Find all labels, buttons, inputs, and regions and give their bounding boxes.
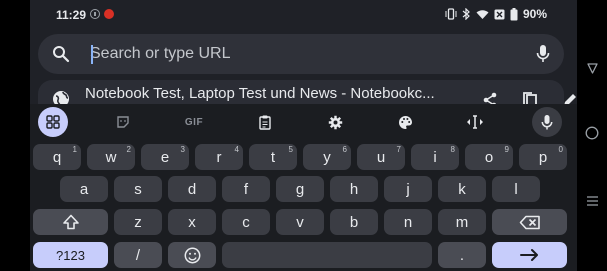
bluetooth-icon	[462, 8, 470, 20]
status-icons: 90%	[445, 7, 547, 21]
key-r[interactable]: r4	[195, 144, 243, 170]
key-hint: 7	[396, 145, 401, 154]
symbols-key[interactable]: ?123	[33, 242, 108, 268]
key-label: o	[484, 148, 494, 166]
app-notification-icon	[104, 9, 114, 19]
key-y[interactable]: y6	[303, 144, 351, 170]
status-bar: 11:29 90%	[30, 0, 577, 31]
theme-button[interactable]	[391, 108, 419, 136]
key-hint: 0	[558, 145, 563, 154]
key-w[interactable]: w2	[87, 144, 135, 170]
cursor-control-button[interactable]	[461, 108, 489, 136]
home-icon[interactable]	[585, 126, 599, 140]
key-label: q	[52, 148, 62, 166]
key-label: w	[105, 148, 117, 166]
key-hint: 9	[504, 145, 509, 154]
key-x[interactable]: x	[168, 209, 216, 235]
key-label: p	[538, 148, 548, 166]
url-bar[interactable]	[38, 34, 564, 74]
key-v[interactable]: v	[276, 209, 324, 235]
keyboard: GIF q1 w2 e3 r4 t5 y6 u7 i8 o9 p 0 a s d…	[30, 104, 577, 271]
sticker-icon	[117, 116, 129, 128]
suggestion-title: Notebook Test, Laptop Test und News - No…	[85, 85, 435, 102]
key-a[interactable]: a	[60, 176, 108, 202]
key-hint: 8	[450, 145, 455, 154]
palette-icon	[398, 115, 412, 129]
system-nav-bar	[577, 0, 607, 271]
clipboard-button[interactable]	[251, 108, 279, 136]
search-icon	[53, 46, 70, 63]
key-hint: 5	[288, 145, 293, 154]
key-q[interactable]: q1	[33, 144, 81, 170]
keyboard-toolbar: GIF	[30, 104, 577, 140]
status-time: 11:29	[56, 8, 87, 22]
key-m[interactable]: m	[438, 209, 486, 235]
key-u[interactable]: u7	[357, 144, 405, 170]
wifi-icon	[476, 9, 489, 19]
key-hint: 4	[234, 145, 239, 154]
backspace-icon	[519, 215, 540, 229]
sticker-button[interactable]	[109, 108, 137, 136]
url-input[interactable]	[90, 34, 510, 74]
key-b[interactable]: b	[330, 209, 378, 235]
key-t[interactable]: t5	[249, 144, 297, 170]
key-d[interactable]: d	[168, 176, 216, 202]
text-cursor	[91, 45, 93, 64]
arrow-right-icon	[519, 249, 538, 261]
key-k[interactable]: k	[438, 176, 486, 202]
settings-button[interactable]	[321, 108, 349, 136]
phone-screen: 11:29 90% Notebook Test, Laptop Test und…	[30, 0, 577, 271]
voice-input-button[interactable]	[532, 107, 562, 137]
key-h[interactable]: h	[330, 176, 378, 202]
recents-icon[interactable]	[587, 196, 598, 206]
key-hint: 1	[72, 145, 77, 154]
key-label: u	[376, 148, 386, 166]
key-f[interactable]: f	[222, 176, 270, 202]
key-e[interactable]: e3	[141, 144, 189, 170]
shift-icon	[62, 214, 79, 230]
mic-icon[interactable]	[536, 44, 550, 64]
key-period[interactable]: .	[438, 242, 486, 268]
key-z[interactable]: z	[114, 209, 162, 235]
key-n[interactable]: n	[384, 209, 432, 235]
key-hint: 3	[180, 145, 185, 154]
gif-label: GIF	[184, 116, 204, 128]
backspace-key[interactable]	[492, 209, 567, 235]
key-o[interactable]: o9	[465, 144, 513, 170]
key-hint: 2	[126, 145, 131, 154]
apps-grid-button[interactable]	[38, 107, 68, 137]
key-l[interactable]: l	[492, 176, 540, 202]
key-hint: 6	[342, 145, 347, 154]
apps-grid-icon	[46, 115, 60, 129]
clipboard-icon	[259, 115, 271, 130]
space-key[interactable]	[222, 242, 432, 268]
emoji-key[interactable]	[168, 242, 216, 268]
gif-button[interactable]: GIF	[180, 108, 208, 136]
nfc-icon	[494, 9, 505, 19]
key-g[interactable]: g	[276, 176, 324, 202]
emoji-icon	[184, 247, 200, 263]
shift-key[interactable]	[33, 209, 108, 235]
alert-icon	[90, 9, 100, 19]
key-c[interactable]: c	[222, 209, 270, 235]
key-s[interactable]: s	[114, 176, 162, 202]
enter-key[interactable]	[492, 242, 567, 268]
key-label: t	[270, 148, 276, 166]
key-label: e	[160, 148, 170, 166]
key-label: i	[433, 148, 437, 166]
key-j[interactable]: j	[384, 176, 432, 202]
battery-percent: 90%	[522, 7, 547, 21]
cursor-move-icon	[467, 115, 483, 129]
vibrate-icon	[445, 8, 457, 20]
key-label: r	[216, 148, 222, 166]
back-icon[interactable]	[587, 63, 598, 74]
key-i[interactable]: i8	[411, 144, 459, 170]
battery-icon	[510, 7, 518, 20]
mic-icon	[541, 114, 553, 129]
key-slash[interactable]: /	[114, 242, 162, 268]
key-p[interactable]: p0	[519, 144, 567, 170]
key-label: y	[323, 148, 331, 166]
settings-icon	[328, 115, 342, 129]
